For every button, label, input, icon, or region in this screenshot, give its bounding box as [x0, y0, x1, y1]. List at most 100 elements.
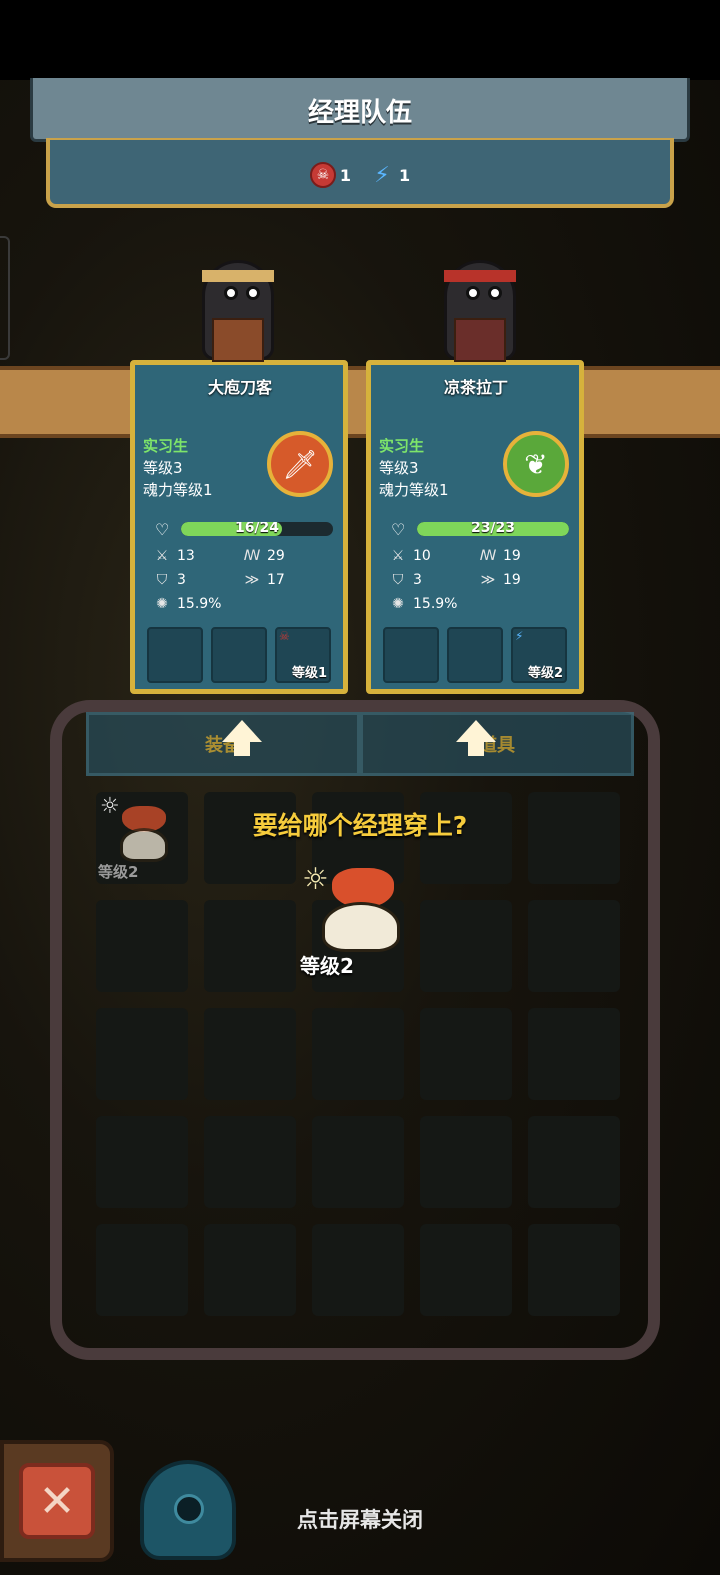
crit-stat: ✺ 15.9%	[153, 593, 243, 615]
avatar-apron	[212, 318, 264, 362]
side-edge-handle	[0, 236, 10, 360]
boot-value: 29	[267, 548, 285, 564]
defense-stat: ⛉ 3	[389, 569, 479, 591]
heart-icon: ♡	[155, 519, 170, 539]
avatar-headband	[444, 270, 516, 282]
attack-value: 13	[177, 548, 195, 564]
avatar-eye	[466, 286, 480, 300]
page-title: 经理队伍	[307, 98, 412, 128]
stat-grid: ⚔ 10 ꟿ 19 ⛉ 3 ≫ 19 ✺ 15.9%	[389, 545, 569, 615]
avatar-headband	[202, 270, 274, 282]
speed-value: 17	[267, 572, 285, 588]
inventory-tabs: 装备 道具	[86, 712, 634, 776]
hp-text: 23/23	[470, 522, 516, 536]
tab-items[interactable]: 道具	[360, 712, 634, 776]
attack-stat: ⚔ 10	[389, 545, 479, 567]
equip-slot[interactable]	[383, 627, 439, 683]
sword-icon: ⚔	[155, 548, 169, 564]
equip-slot[interactable]	[447, 627, 503, 683]
sword-icon: ⚔	[391, 548, 405, 564]
skull-stat: ☠ 1	[309, 162, 351, 188]
skill-medal-icon[interactable]: ❦	[503, 431, 569, 497]
crit-value: 15.9%	[177, 596, 222, 612]
bolt-icon: ⚡	[515, 629, 524, 643]
manager-avatar-2[interactable]	[426, 240, 536, 370]
selected-mushroom-icon[interactable]	[318, 868, 404, 958]
inventory-cell[interactable]	[204, 1008, 296, 1100]
wooden-plank	[0, 366, 720, 438]
defense-value: 3	[177, 572, 186, 588]
item-level: 等级2	[98, 863, 139, 881]
inventory-cell[interactable]	[204, 1116, 296, 1208]
inventory-cell[interactable]	[420, 900, 512, 992]
inventory-cell[interactable]	[420, 1116, 512, 1208]
inventory-cell[interactable]	[312, 1008, 404, 1100]
speed-stat: ≫ 19	[479, 569, 569, 591]
speed-value: 19	[503, 572, 521, 588]
equip-slot-filled[interactable]: ☠ 等级1	[275, 627, 331, 683]
inventory-cell[interactable]	[96, 1008, 188, 1100]
hp-bar: 23/23	[417, 522, 569, 536]
avatar-eye	[246, 286, 260, 300]
avatar-eye	[488, 286, 502, 300]
manager-card-2[interactable]: 实习生 等级3 魂力等级1 ❦ ♡ 23/23 ⚔ 10 ꟿ 19 ⛉ 3 ≫ 19 ✺…	[366, 360, 584, 694]
skull-count: 1	[339, 165, 351, 185]
equip-prompt: 要给哪个经理穿上?	[252, 811, 468, 840]
inventory-cell[interactable]	[204, 1224, 296, 1316]
inventory-cell[interactable]	[528, 1224, 620, 1316]
equip-slots: ⚡ 等级2	[383, 627, 573, 683]
team-banner: 经理队伍	[20, 78, 700, 210]
inventory-cell[interactable]	[420, 1008, 512, 1100]
speed-icon: ≫	[480, 572, 496, 588]
avatar-apron	[454, 318, 506, 362]
up-arrow-icon[interactable]	[456, 720, 496, 756]
hp-row: ♡ 16/24	[155, 519, 333, 539]
skill-medal-icon[interactable]: 🗡	[267, 431, 333, 497]
manager-card-1[interactable]: 实习生 等级3 魂力等级1 🗡 ♡ 16/24 ⚔ 13 ꟿ 29 ⛉ 3 ≫ 17 ✺…	[130, 360, 348, 694]
crit-value: 15.9%	[413, 596, 458, 612]
inventory-cell[interactable]	[204, 900, 296, 992]
crit-icon: ✺	[392, 596, 404, 612]
inventory-cell[interactable]	[96, 900, 188, 992]
bolt-icon: ⚡	[374, 162, 390, 188]
equip-slot[interactable]	[147, 627, 203, 683]
item-level: 等级1	[291, 666, 327, 681]
speed-icon: ≫	[244, 572, 260, 588]
equip-slot[interactable]	[211, 627, 267, 683]
tap-to-close-label[interactable]: 点击屏幕关闭	[0, 1504, 720, 1534]
boot-stat: ꟿ 29	[243, 545, 333, 567]
up-arrow-icon[interactable]	[222, 720, 262, 756]
attack-value: 10	[413, 548, 431, 564]
bolt-count: 1	[399, 165, 411, 185]
defense-value: 3	[413, 572, 422, 588]
status-bar	[0, 0, 720, 80]
item-level: 等级2	[527, 666, 563, 681]
manager-avatar-1[interactable]	[184, 240, 294, 370]
team-stats: ☠ 1 ⚡ 1	[0, 160, 720, 190]
inventory-cell[interactable]	[96, 1116, 188, 1208]
boot-icon: ꟿ	[479, 548, 497, 564]
equip-slot-filled[interactable]: ⚡ 等级2	[511, 627, 567, 683]
stat-grid: ⚔ 13 ꟿ 29 ⛉ 3 ≫ 17 ✺ 15.9%	[153, 545, 333, 615]
inventory-cell[interactable]	[420, 1224, 512, 1316]
crit-icon: ✺	[156, 596, 168, 612]
inventory-cell[interactable]	[528, 900, 620, 992]
inventory-cell[interactable]	[312, 1116, 404, 1208]
crit-stat: ✺ 15.9%	[389, 593, 479, 615]
inventory-cell[interactable]	[312, 1224, 404, 1316]
shield-icon: ⛉	[392, 572, 404, 588]
inventory-cell[interactable]	[96, 1224, 188, 1316]
heart-icon: ♡	[391, 519, 406, 539]
avatar-eye	[224, 286, 238, 300]
attack-stat: ⚔ 13	[153, 545, 243, 567]
selected-item-level: 等级2	[300, 954, 354, 978]
boot-icon: ꟿ	[243, 548, 261, 564]
close-button[interactable]: ✕	[0, 1440, 114, 1562]
inventory-cell[interactable]	[528, 1008, 620, 1100]
hp-bar: 16/24	[181, 522, 333, 536]
inventory-cell[interactable]	[528, 1116, 620, 1208]
boot-value: 19	[503, 548, 521, 564]
manager-name-2: 凉茶拉丁	[443, 378, 508, 397]
speed-stat: ≫ 17	[243, 569, 333, 591]
manager-name-1: 大庖刀客	[207, 378, 272, 397]
